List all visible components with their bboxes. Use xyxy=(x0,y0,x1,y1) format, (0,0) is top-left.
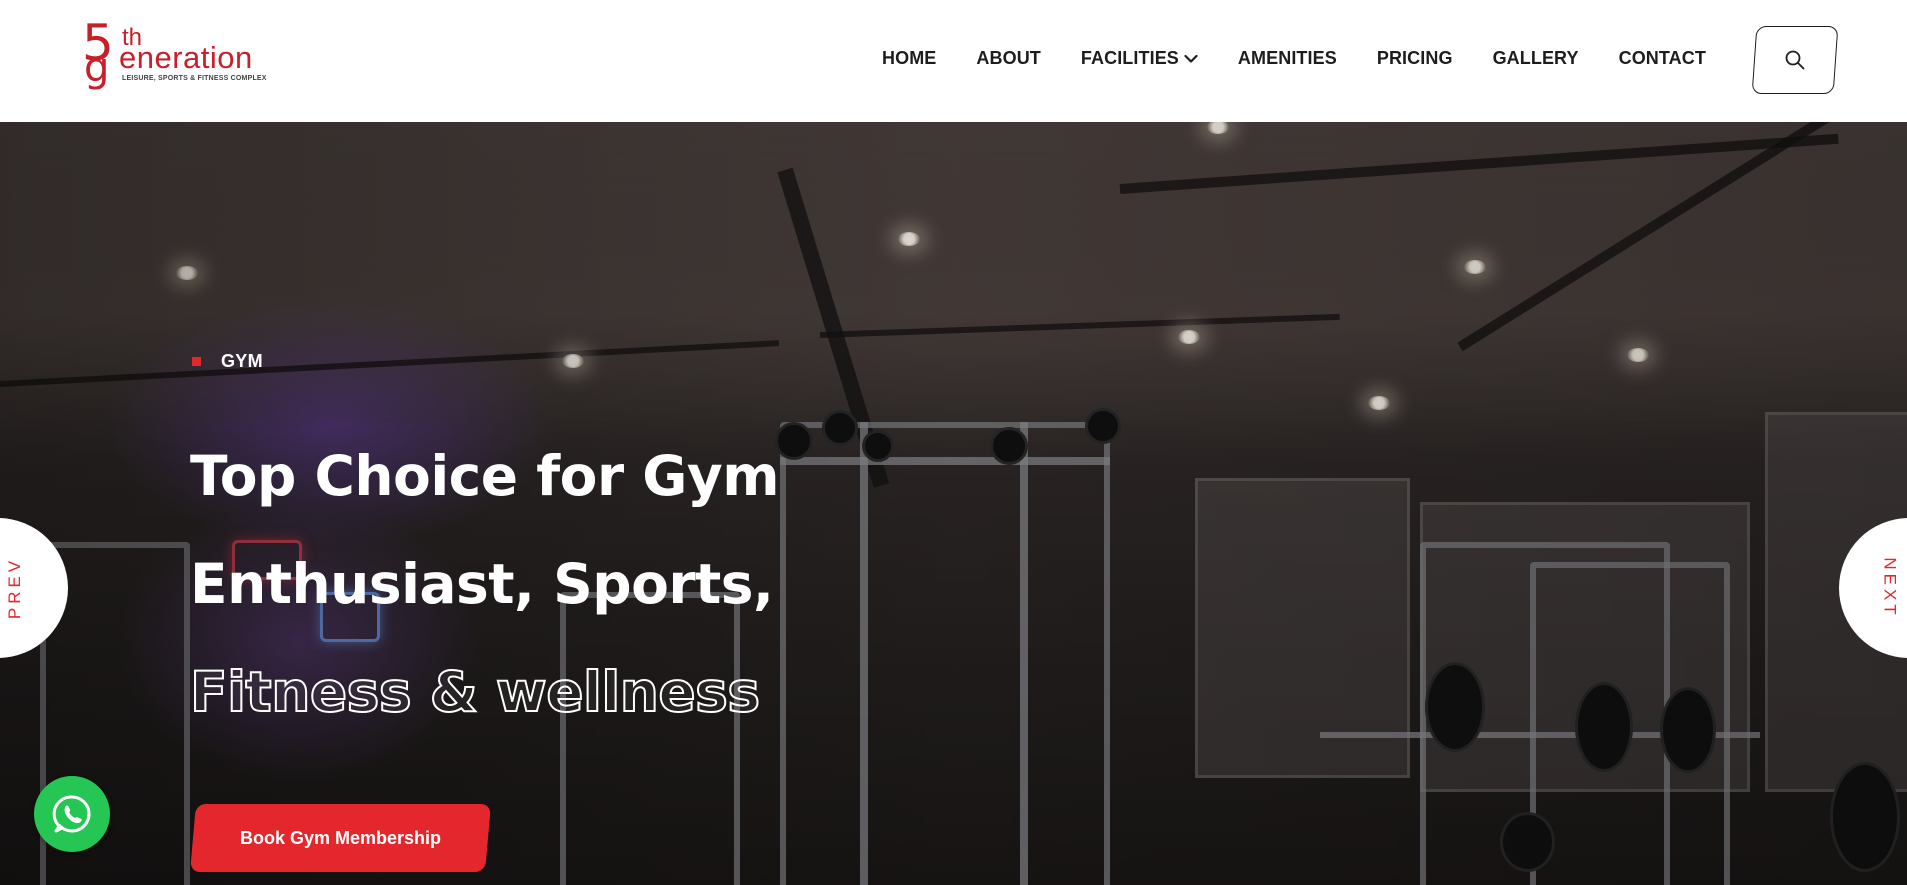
prev-label: PREV xyxy=(4,556,24,620)
book-membership-button[interactable]: Book Gym Membership xyxy=(190,804,491,872)
hero-headline: Top Choice for Gym Enthusiast, Sports, F… xyxy=(189,422,830,746)
nav-item-amenities[interactable]: AMENITIES xyxy=(1238,48,1337,69)
nav-item-gallery[interactable]: GALLERY xyxy=(1493,48,1579,69)
nav-item-facilities[interactable]: FACILITIES xyxy=(1081,48,1198,69)
chevron-down-icon xyxy=(1184,54,1198,63)
nav-item-label: PRICING xyxy=(1376,48,1453,68)
logo-eneration: eneration xyxy=(119,40,253,75)
whatsapp-button[interactable] xyxy=(34,776,110,852)
nav-item-label: FACILITIES xyxy=(1080,48,1179,68)
slide-category: GYM xyxy=(192,351,263,372)
whatsapp-icon xyxy=(52,795,91,833)
main-nav: HOME ABOUT FACILITIES AMENITIES PRICING … xyxy=(882,48,1706,69)
nav-item-label: GALLERY xyxy=(1492,48,1579,68)
logo-g: g xyxy=(84,45,110,91)
nav-item-label: HOME xyxy=(882,48,937,68)
nav-item-label: ABOUT xyxy=(976,48,1041,68)
headline-line-1: Top Choice for Gym xyxy=(190,444,780,508)
nav-item-label: AMENITIES xyxy=(1237,48,1337,68)
search-button[interactable] xyxy=(1751,26,1839,94)
tag-bullet xyxy=(192,357,201,366)
nav-item-about[interactable]: ABOUT xyxy=(976,48,1041,69)
site-header: 5 g th eneration LEISURE, SPORTS & FITNE… xyxy=(0,0,1907,122)
nav-item-home[interactable]: HOME xyxy=(882,48,936,69)
next-label: NEXT xyxy=(1880,557,1900,619)
search-icon xyxy=(1785,50,1805,70)
headline-line-2: Enthusiast, Sports, xyxy=(190,552,774,616)
slide-category-label: GYM xyxy=(221,351,263,371)
site-logo[interactable]: 5 g th eneration LEISURE, SPORTS & FITNE… xyxy=(82,18,272,94)
hero-slider: GYM Top Choice for Gym Enthusiast, Sport… xyxy=(0,122,1907,885)
book-membership-label: Book Gym Membership xyxy=(239,827,442,848)
nav-item-contact[interactable]: CONTACT xyxy=(1619,48,1706,69)
logo-tagline: LEISURE, SPORTS & FITNESS COMPLEX xyxy=(122,75,267,82)
headline-line-3: Fitness & wellness xyxy=(189,659,761,725)
nav-item-label: CONTACT xyxy=(1618,48,1706,68)
nav-item-pricing[interactable]: PRICING xyxy=(1377,48,1453,69)
